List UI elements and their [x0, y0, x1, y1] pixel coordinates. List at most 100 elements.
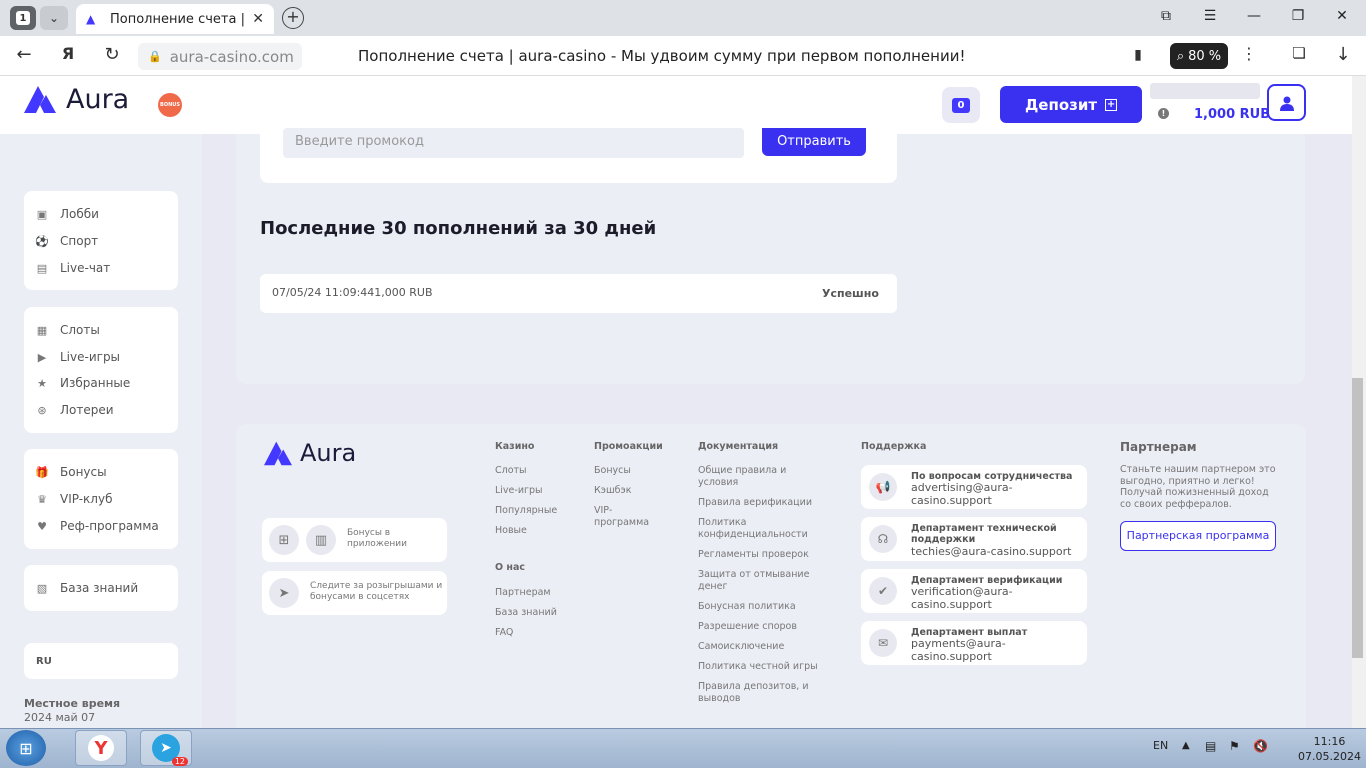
footer-link-general-rules[interactable]: Общие правила и условия: [698, 465, 808, 489]
logo[interactable]: Aura: [22, 83, 129, 115]
sidebar-item-label: Слоты: [60, 323, 100, 337]
tab-count-button[interactable]: 1: [10, 6, 36, 30]
keyboard-language[interactable]: EN: [1153, 739, 1168, 752]
footer-link-fair-play[interactable]: Политика честной игры: [698, 661, 818, 673]
menu-icon[interactable]: ☰: [1198, 8, 1222, 24]
support-card-email[interactable]: verification@aura-casino.support: [911, 585, 1081, 611]
footer-logo[interactable]: Aura: [262, 439, 356, 467]
social-card: ➤ Следите за розыгрышами и бонусами в со…: [262, 571, 447, 615]
footer-link-disputes[interactable]: Разрешение споров: [698, 621, 818, 633]
close-window-icon[interactable]: ✕: [1330, 8, 1354, 24]
clock[interactable]: 11:16 07.05.2024: [1298, 734, 1361, 764]
footer-link-bonus-policy[interactable]: Бонусная политика: [698, 601, 818, 613]
messages-button[interactable]: 0: [942, 87, 980, 123]
send-promo-button[interactable]: Отправить: [762, 128, 866, 156]
restore-icon[interactable]: ❐: [1286, 8, 1310, 24]
support-card-partnership[interactable]: 📢 По вопросам сотрудничества advertising…: [861, 465, 1087, 509]
footer-link-privacy[interactable]: Политика конфиденциальности: [698, 517, 808, 541]
partners-title: Партнерам: [1120, 440, 1197, 454]
taskbar-telegram[interactable]: ➤ 12: [140, 730, 192, 766]
sidebar-group-knowledge: ▧ База знаний: [24, 565, 178, 611]
flag-icon[interactable]: ⚑: [1229, 739, 1240, 753]
new-tab-button[interactable]: +: [282, 7, 304, 29]
sidebar-item-live-games[interactable]: ▶ Live-игры: [36, 350, 120, 364]
scrollbar-thumb[interactable]: [1352, 378, 1363, 658]
android-icon[interactable]: ▥: [306, 525, 336, 555]
heart-icon: ♥: [37, 519, 47, 533]
balance-hidden-field: [1150, 83, 1260, 99]
bonus-badge[interactable]: BONUS: [158, 93, 182, 117]
telegram-icon[interactable]: ➤: [269, 578, 299, 608]
chevron-down-icon[interactable]: ⌄: [40, 6, 68, 30]
footer-link-cashback[interactable]: Кэшбэк: [594, 485, 631, 497]
footer-link-deposit-rules[interactable]: Правила депозитов, и выводов: [698, 681, 813, 705]
reload-icon[interactable]: ↻: [100, 44, 124, 65]
footer-link-knowledge[interactable]: База знаний: [495, 607, 557, 619]
bookmark-icon[interactable]: ▮: [1126, 47, 1150, 63]
sidebar-item-knowledge-base[interactable]: ▧ База знаний: [36, 581, 138, 595]
footer-link-partners[interactable]: Партнерам: [495, 587, 551, 599]
start-button[interactable]: ⊞: [6, 730, 46, 766]
footer-link-vip[interactable]: VIP-программа: [594, 505, 654, 529]
footer-link-self-exclusion[interactable]: Самоисключение: [698, 641, 818, 653]
user-icon: [1279, 96, 1294, 111]
back-icon[interactable]: ←: [12, 44, 36, 65]
history-row: 07/05/24 11:09:441,000 RUB: [260, 274, 897, 313]
user-profile-button[interactable]: [1267, 84, 1306, 121]
bookmarks-icon[interactable]: ⧉: [1154, 8, 1178, 24]
windows-icon[interactable]: ⊞: [269, 525, 299, 555]
tray-arrow-icon[interactable]: ▲: [1182, 740, 1190, 751]
sidebar-item-lotteries[interactable]: ⊛ Лотереи: [36, 403, 113, 417]
volume-muted-icon[interactable]: 🔇: [1253, 739, 1268, 753]
language-select[interactable]: RU: [24, 643, 178, 679]
megaphone-icon: 📢: [869, 473, 897, 501]
taskbar-yandex-browser[interactable]: Y: [75, 730, 127, 766]
footer-link-faq[interactable]: FAQ: [495, 627, 513, 639]
network-icon[interactable]: ▤: [1205, 739, 1216, 753]
sidebar-item-favorites[interactable]: ★ Избранные: [36, 376, 130, 390]
zoom-indicator[interactable]: ⌕ 80 %: [1170, 43, 1228, 69]
support-card-email[interactable]: advertising@aura-casino.support: [911, 481, 1081, 507]
sidebar-item-sport[interactable]: ⚽ Спорт: [35, 234, 99, 248]
sidebar-item-bonuses[interactable]: 🎁 Бонусы: [35, 465, 106, 479]
sidebar-item-lobby[interactable]: ▣ Лобби: [36, 207, 99, 221]
zoom-value: 80 %: [1188, 48, 1222, 64]
deposit-button[interactable]: Депозит +: [1000, 86, 1142, 123]
footer-link-check-rules[interactable]: Регламенты проверок: [698, 549, 818, 561]
sidebar-item-referral[interactable]: ♥ Реф-программа: [36, 519, 159, 533]
support-card-payments[interactable]: ✉ Департамент выплат payments@aura-casin…: [861, 621, 1087, 665]
support-card-tech[interactable]: ☊ Департамент технической поддержки tech…: [861, 517, 1087, 561]
footer-link-slots[interactable]: Слоты: [495, 465, 527, 477]
history-title: Последние 30 пополнений за 30 дней: [260, 218, 657, 239]
collections-icon[interactable]: ❏: [1287, 44, 1311, 62]
partner-program-button[interactable]: Партнерская программа: [1120, 521, 1276, 551]
logo-text: Aura: [66, 83, 130, 115]
footer-link-aml[interactable]: Защита от отмывание денег: [698, 569, 813, 593]
url-field[interactable]: 🔒 aura-casino.com: [138, 43, 302, 70]
sidebar-item-vip[interactable]: ♛ VIP-клуб: [36, 492, 112, 506]
lottery-icon: ⊛: [37, 403, 47, 417]
support-card-email[interactable]: payments@aura-casino.support: [911, 637, 1081, 663]
footer-link-live-games[interactable]: Live-игры: [495, 485, 543, 497]
warning-icon[interactable]: !: [1158, 108, 1169, 119]
footer-link-verification-rules[interactable]: Правила верификации: [698, 497, 818, 509]
promo-code-input[interactable]: Введите промокод: [283, 128, 744, 158]
browser-tab[interactable]: ▲ Пополнение счета | aura-casino ✕: [76, 4, 274, 34]
footer-link-popular[interactable]: Популярные: [495, 505, 557, 517]
download-icon[interactable]: ↓: [1331, 44, 1355, 65]
footer-link-bonuses[interactable]: Бонусы: [594, 465, 631, 477]
support-card-title: Департамент технической поддержки: [911, 523, 1057, 545]
more-icon[interactable]: ⋮: [1237, 44, 1261, 63]
support-card-verification[interactable]: ✔ Департамент верификации verification@a…: [861, 569, 1087, 613]
yandex-icon[interactable]: Я: [56, 44, 80, 63]
balance-value: 1,000 RUB: [1194, 107, 1271, 122]
footer-promo-title: Промоакции: [594, 441, 663, 452]
support-card-email[interactable]: techies@aura-casino.support: [911, 545, 1081, 558]
close-tab-icon[interactable]: ✕: [252, 11, 264, 27]
minimize-icon[interactable]: —: [1242, 8, 1266, 24]
sidebar-item-label: Спорт: [60, 234, 99, 248]
book-icon: ▧: [36, 581, 48, 595]
sidebar-item-slots[interactable]: ▦ Слоты: [36, 323, 100, 337]
footer-link-new[interactable]: Новые: [495, 525, 527, 537]
sidebar-item-live-chat[interactable]: ▤ Live-чат: [36, 261, 110, 275]
